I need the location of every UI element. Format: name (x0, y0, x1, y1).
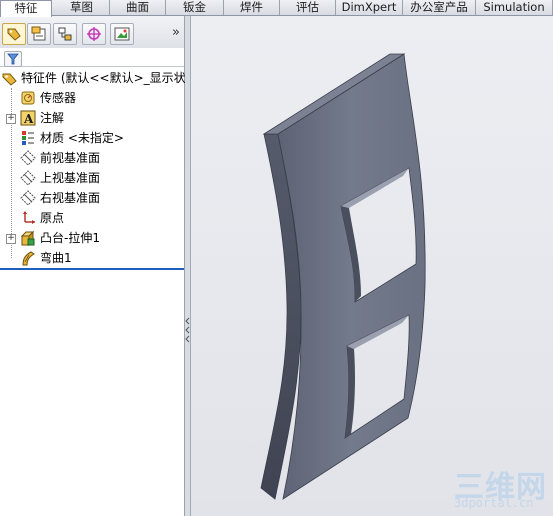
plane-icon (20, 150, 36, 166)
splitter-grip-icon[interactable] (185, 316, 190, 344)
extrude-icon (20, 230, 35, 246)
feature-manager-panel: » 特征件 (默认<<默认>_显示状 传感器 + A 注解 材质 <未指定> 前… (0, 16, 186, 516)
watermark-url: 3dportal.cn (454, 496, 534, 510)
tab-evaluate[interactable]: 评估 (280, 0, 336, 15)
tab-office-products[interactable]: 办公室产品 (403, 0, 476, 15)
watermark: 三维网 3dportal.cn (452, 462, 548, 514)
configuration-manager-tab[interactable] (53, 23, 77, 45)
flex-icon (22, 251, 35, 266)
bent-plate-model[interactable] (191, 16, 553, 516)
svg-text:A: A (23, 112, 34, 126)
material-icon (22, 131, 34, 145)
property-manager-icon (31, 26, 46, 41)
annotation-icon: A (20, 110, 36, 126)
feature-manager-icon (7, 28, 21, 41)
plane-icon (20, 190, 36, 206)
filter-funnel-icon (7, 53, 19, 65)
expand-plus-icon[interactable]: + (6, 114, 16, 124)
expand-chevron-icon[interactable]: » (172, 26, 180, 40)
tab-dimxpert[interactable]: DimXpert (336, 0, 403, 15)
origin-icon (23, 211, 35, 224)
part-icon (2, 73, 17, 86)
display-manager-tab[interactable] (110, 23, 134, 45)
filter-button[interactable] (4, 51, 22, 67)
property-manager-tab[interactable] (27, 23, 51, 45)
sensor-icon (21, 91, 35, 105)
expand-plus-icon[interactable]: + (6, 234, 16, 244)
tree-filter-row (0, 50, 184, 67)
tab-surfaces[interactable]: 曲面 (110, 0, 166, 15)
tab-sketch[interactable]: 草图 (54, 0, 110, 15)
dimxpert-manager-icon (87, 27, 101, 41)
tab-sheet-metal[interactable]: 钣金 (166, 0, 224, 15)
dimxpert-manager-tab[interactable] (82, 23, 106, 45)
plate-front-face (277, 53, 426, 500)
tab-weldments[interactable]: 焊件 (224, 0, 280, 15)
command-manager-tabs: 特征 草图 曲面 钣金 焊件 评估 DimXpert 办公室产品 Simulat… (0, 0, 553, 17)
rollback-bar[interactable] (0, 268, 184, 270)
tab-simulation[interactable]: Simulation (476, 0, 553, 15)
plane-icon (20, 170, 36, 186)
tab-features[interactable]: 特征 (0, 0, 52, 17)
display-manager-icon (114, 27, 130, 41)
configuration-manager-icon (58, 27, 72, 41)
manager-tab-strip: » (0, 16, 184, 48)
graphics-viewport[interactable] (191, 16, 553, 516)
feature-manager-tab[interactable] (2, 23, 26, 45)
